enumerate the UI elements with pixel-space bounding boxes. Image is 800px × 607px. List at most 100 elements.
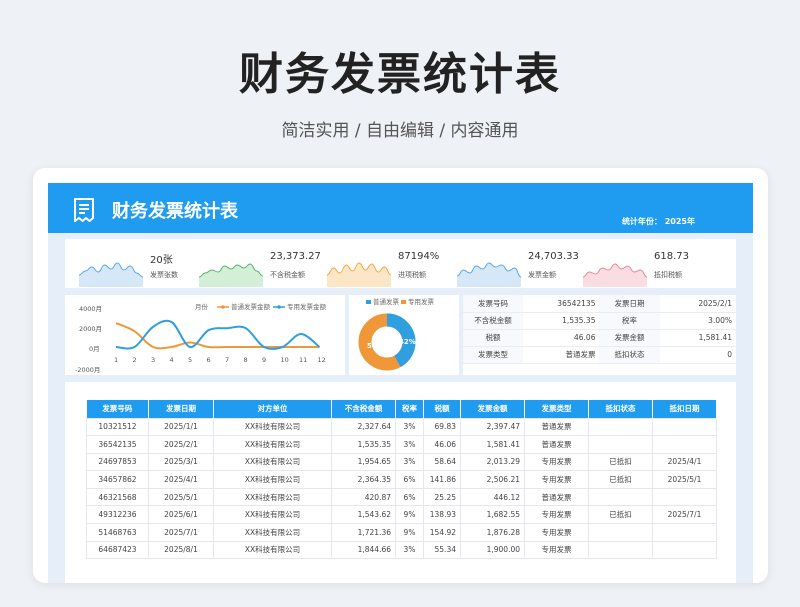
table-cell: 138.93 (423, 505, 461, 525)
detail-key: 抵扣状态 (599, 346, 660, 364)
table-cell (652, 435, 717, 454)
table-cell: 2,506.21 (460, 470, 525, 489)
table-cell: XX科技有限公司 (213, 505, 332, 525)
table-row[interactable]: 36542135 2025/2/1 XX科技有限公司 1,535.35 3% 46.06 1… (86, 435, 717, 454)
table-cell: 1,682.55 (460, 505, 525, 525)
table-cell: XX科技有限公司 (213, 470, 332, 489)
table-cell: 46321568 (86, 487, 149, 507)
table-cell: 普通发票 (524, 435, 589, 454)
x-tick: 7 (225, 356, 229, 364)
table-cell (588, 540, 653, 560)
detail-key: 发票号码 (463, 295, 524, 313)
line-chart-legend: 月份 普通发票金额 专用发票金额 (195, 302, 327, 311)
page-subtitle: 简洁实用 / 自由编辑 / 内容通用 (281, 121, 519, 141)
detail-value: 2025/2/1 (659, 295, 736, 313)
detail-value: 1,535.35 (523, 312, 600, 330)
table-row[interactable]: 34657862 2025/4/1 XX科技有限公司 2,364.35 6% 141.86… (86, 470, 717, 489)
donut-label-special: 58% (367, 342, 384, 350)
sparkline (457, 262, 521, 287)
column-header[interactable]: 不含税金额 (331, 400, 396, 418)
kpi-label: 抵扣税额 (654, 271, 682, 279)
kpi-input-tax: 87194% 进项税额 (327, 239, 457, 288)
x-tick: 5 (188, 356, 192, 364)
invoice-table-panel: 发票号码 发票日期 对方单位 不含税金额 税率 税额 发票金额 发票类型 抵扣状态 抵扣日期 10… (65, 382, 736, 583)
dashboard-header: 财务发票统计表 统计年份： 2025年 (48, 183, 753, 233)
table-cell: 1,876.28 (460, 523, 525, 542)
page-title: 财务发票统计表 (239, 49, 561, 100)
kpi-label: 不含税金额 (270, 271, 305, 279)
table-cell: 1,954.65 (331, 452, 396, 472)
kpi-row: 20张 发票张数 23,373.27 不含税金额 87194% 进项税额 24,… (65, 239, 736, 288)
table-cell: 420.87 (331, 487, 396, 507)
kpi-invoice-count: 20张 发票张数 (79, 239, 209, 288)
table-cell: 已抵扣 (588, 505, 653, 525)
table-cell: 58.64 (423, 452, 461, 472)
sparkline (583, 263, 647, 287)
table-cell: 1,844.66 (331, 540, 396, 560)
table-row[interactable]: 24697853 2025/3/1 XX科技有限公司 1,954.65 3% 58.64 2… (86, 452, 717, 472)
sparkline (327, 262, 391, 287)
table-cell: XX科技有限公司 (213, 435, 332, 454)
column-header[interactable]: 税率 (395, 400, 424, 418)
y-tick: 4000月 (79, 305, 102, 313)
table-cell (588, 435, 653, 454)
table-cell: 1,721.36 (331, 523, 396, 542)
legend-special: 专用发票金额 (287, 302, 327, 311)
column-header[interactable]: 发票号码 (86, 400, 149, 418)
table-cell: 2025/5/1 (652, 470, 717, 489)
column-header[interactable]: 抵扣状态 (588, 400, 653, 418)
x-tick: 4 (170, 356, 174, 364)
y-tick: 0月 (89, 345, 100, 353)
column-header[interactable]: 发票类型 (524, 400, 589, 418)
table-cell: 69.83 (423, 417, 461, 437)
table-cell: 3% (395, 435, 424, 454)
table-row[interactable]: 10321512 2025/1/1 XX科技有限公司 2,327.64 3% 69.83 2… (86, 417, 717, 437)
header-title: 财务发票统计表 (112, 201, 238, 222)
table-cell: 2,013.29 (460, 452, 525, 472)
invoice-table: 发票号码 发票日期 对方单位 不含税金额 税率 税额 发票金额 发票类型 抵扣状态 抵扣日期 10… (86, 400, 717, 560)
table-header-row: 发票号码 发票日期 对方单位 不含税金额 税率 税额 发票金额 发票类型 抵扣状态 抵扣日期 (86, 400, 717, 418)
detail-value: 1,581.41 (659, 329, 736, 347)
detail-value: 46.06 (523, 329, 600, 347)
column-header[interactable]: 税额 (423, 400, 461, 418)
legend-swatch-ordinary (366, 300, 371, 304)
kpi-label: 进项税额 (398, 271, 426, 279)
column-header[interactable]: 发票金额 (460, 400, 525, 418)
column-header[interactable]: 对方单位 (213, 400, 332, 418)
x-tick: 12 (318, 356, 326, 364)
table-cell: 154.92 (423, 523, 461, 542)
table-cell: 2025/7/1 (652, 505, 717, 525)
table-cell (588, 487, 653, 507)
detail-key: 不含税金额 (463, 312, 524, 330)
table-row[interactable]: 51468763 2025/7/1 XX科技有限公司 1,721.36 9% 154.92… (86, 523, 717, 542)
table-cell: 专用发票 (524, 523, 589, 542)
table-row[interactable]: 64687423 2025/8/1 XX科技有限公司 1,844.66 3% 55.34 1… (86, 540, 717, 560)
table-cell: 3% (395, 540, 424, 560)
detail-key: 发票类型 (463, 346, 524, 364)
table-cell: 2025/4/1 (148, 470, 214, 489)
donut-chart-panel: 普通发票 专用发票 42% 58% (349, 295, 459, 375)
line-chart: 月份 普通发票金额 专用发票金额 4000月 2000月 0月 -2000月 1… (75, 302, 327, 374)
series-line-ordinary (115, 322, 320, 350)
table-cell: 2025/3/1 (148, 452, 214, 472)
table-cell: 2025/7/1 (148, 523, 214, 542)
legend-ordinary: 普通发票金额 (231, 302, 271, 311)
legend-swatch-special (401, 300, 406, 304)
table-cell: 141.86 (423, 470, 461, 489)
line-chart-panel: 月份 普通发票金额 专用发票金额 4000月 2000月 0月 -2000月 1… (65, 295, 345, 375)
table-cell: 已抵扣 (588, 452, 653, 472)
x-tick: 10 (281, 356, 289, 364)
detail-row: 不含税金额 1,535.35 税率 3.00% (463, 312, 736, 330)
table-row[interactable]: 46321568 2025/5/1 XX科技有限公司 420.87 6% 25.25 446… (86, 487, 717, 507)
table-cell: XX科技有限公司 (213, 523, 332, 542)
kpi-label: 发票金额 (528, 271, 556, 279)
donut-legend-special: 专用发票 (408, 297, 435, 306)
legend-dot-ordinary (221, 305, 225, 309)
column-header[interactable]: 发票日期 (148, 400, 214, 418)
column-header[interactable]: 抵扣日期 (652, 400, 717, 418)
table-row[interactable]: 49312236 2025/6/1 XX科技有限公司 1,543.62 9% 138.93… (86, 505, 717, 525)
table-cell: 2025/6/1 (148, 505, 214, 525)
detail-row: 税额 46.06 发票金额 1,581.41 (463, 329, 736, 347)
table-cell: 普通发票 (524, 487, 589, 507)
sparkline-area (79, 263, 143, 287)
